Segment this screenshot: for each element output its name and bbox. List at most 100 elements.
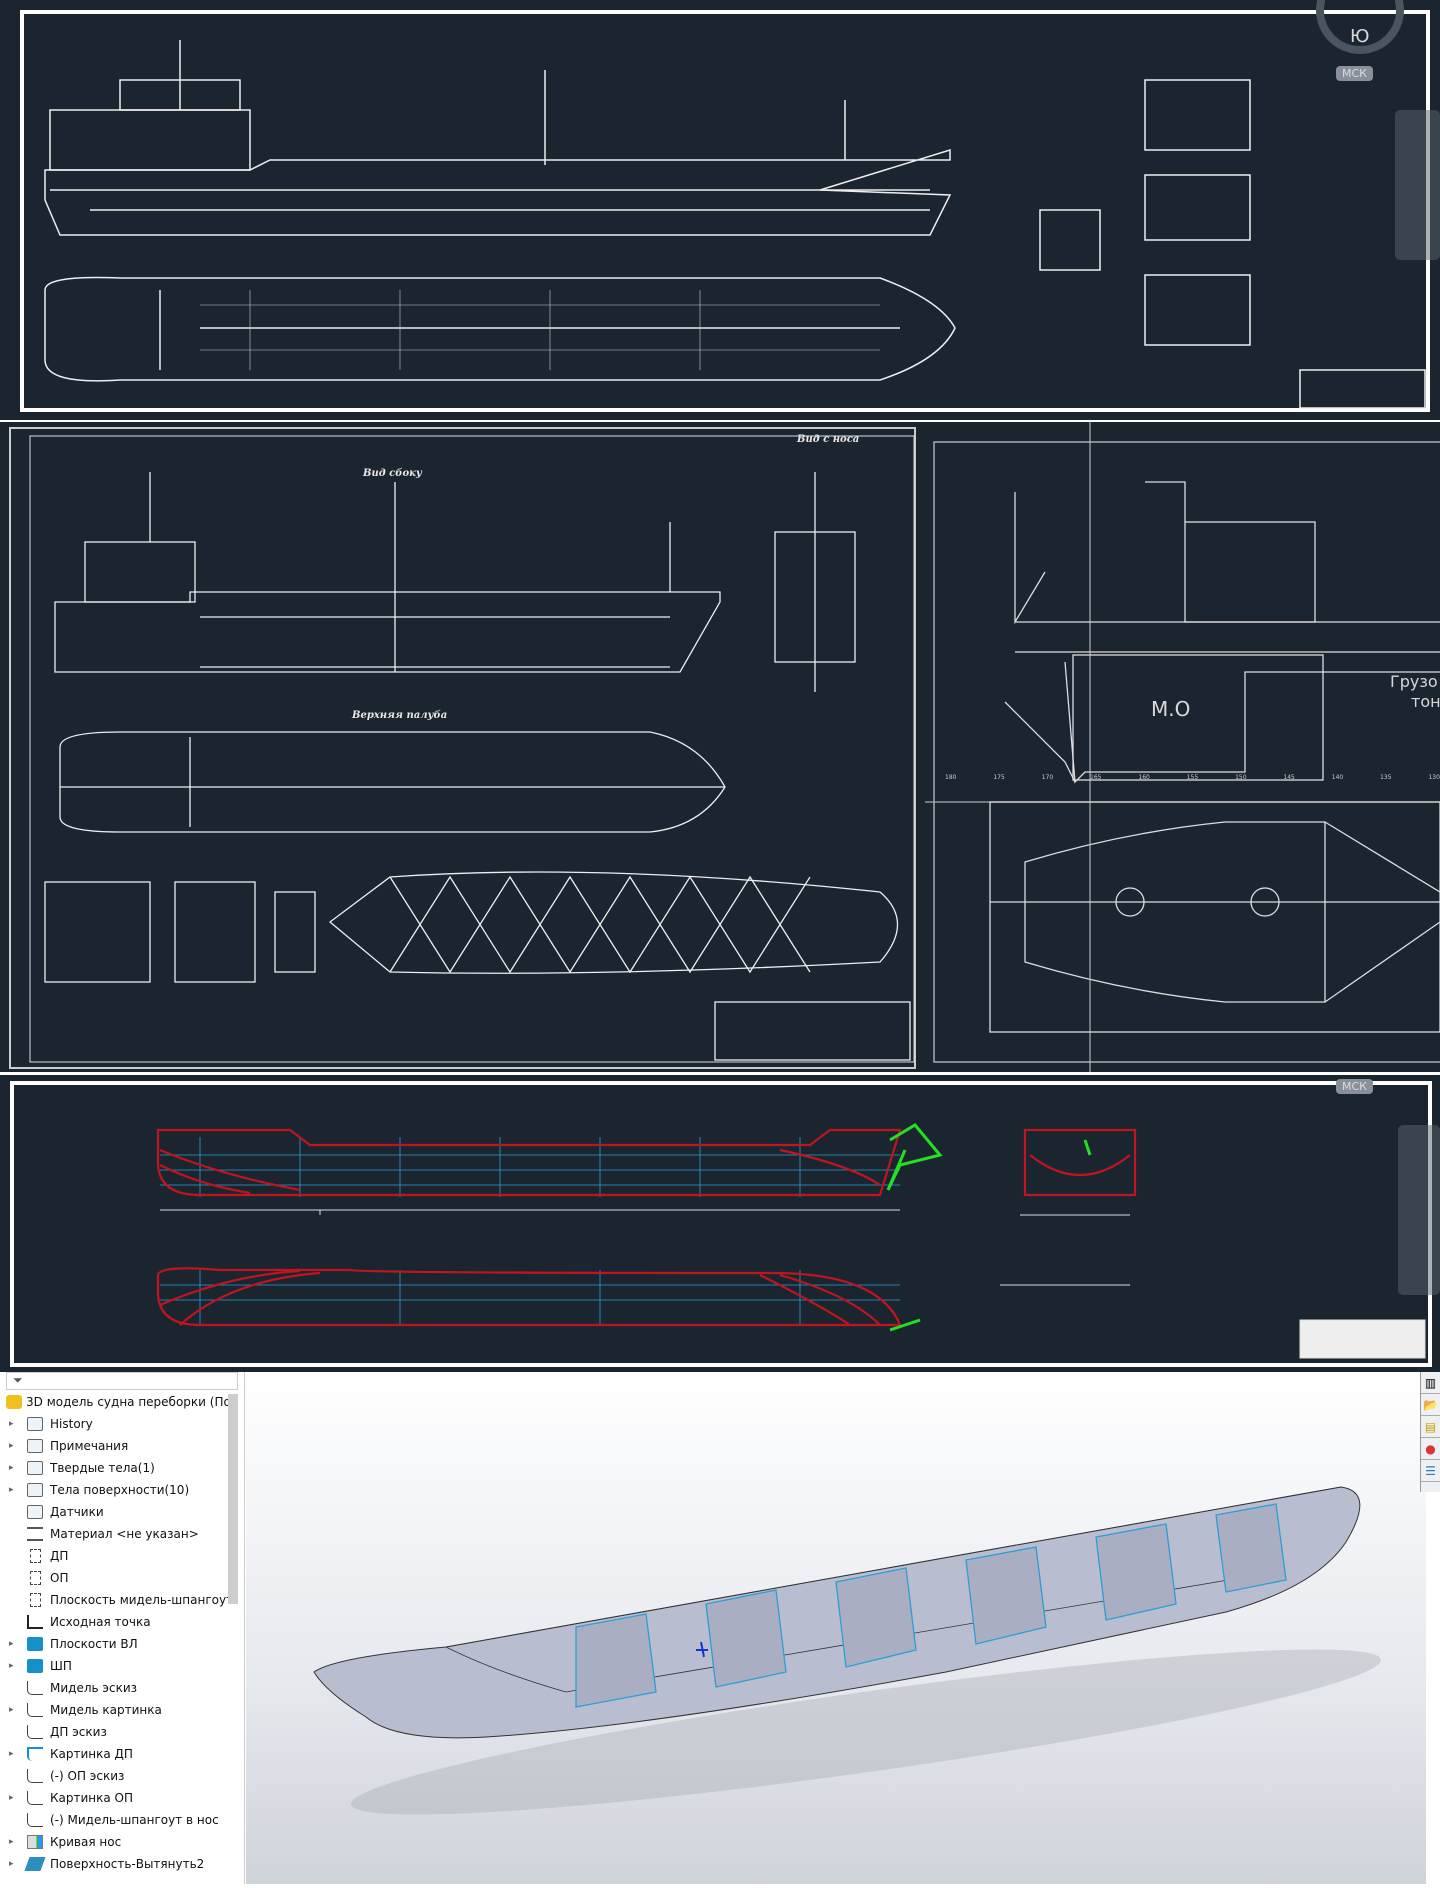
tree-item[interactable]: ▸ Мидель картинка — [0, 1699, 228, 1721]
tree-item[interactable]: ДП — [0, 1545, 228, 1567]
drawing-detail-engine-room[interactable]: М.О Грузо тон 180 175 170 165 160 155 150 145 14… — [925, 422, 1440, 1072]
frame-tick: 135 — [1380, 774, 1392, 781]
annotations-folder-icon — [27, 1439, 43, 1453]
engine-room-drawing — [925, 422, 1440, 1072]
sketch-icon — [27, 1769, 43, 1783]
tree-item[interactable]: ▸ Твердые тела(1) — [0, 1457, 228, 1479]
sketch-icon — [27, 1791, 43, 1805]
sketch-icon — [27, 1725, 43, 1739]
tree-item[interactable]: ОП — [0, 1567, 228, 1589]
expand-arrow-icon[interactable]: ▸ — [9, 1413, 14, 1435]
tree-item[interactable]: ▸ Плоскости ВЛ — [0, 1633, 228, 1655]
tree-item[interactable]: Датчики — [0, 1501, 228, 1523]
tree-item-label: Картинка ОП — [50, 1791, 134, 1805]
material-icon — [27, 1527, 43, 1541]
frame-tick: 130 — [1428, 774, 1440, 781]
tree-root-part[interactable]: 3D модель судна переборки (По ум — [0, 1391, 228, 1413]
tree-root-label: 3D модель судна переборки (По ум — [26, 1395, 228, 1409]
custom-properties-icon[interactable]: ☰ — [1421, 1460, 1440, 1482]
tree-item[interactable]: (-) Мидель-шпангоут в нос — [0, 1809, 228, 1831]
upper-deck-label: Верхняя палуба — [352, 710, 448, 721]
tree-item-label: ДП — [50, 1549, 69, 1563]
part-icon — [6, 1395, 22, 1409]
expand-arrow-icon[interactable]: ▸ — [9, 1831, 14, 1853]
tree-item-label: Плоскости ВЛ — [50, 1637, 138, 1651]
ucs-dropdown[interactable]: МСК — [1336, 66, 1373, 81]
filter-icon[interactable]: ⏷ — [13, 1373, 23, 1388]
surface-extrude-icon — [24, 1857, 46, 1871]
tree-item-label: ОП — [50, 1571, 69, 1585]
tree-item[interactable]: ▸ Картинка ОП — [0, 1787, 228, 1809]
tree-item-label: ДП эскиз — [50, 1725, 107, 1739]
tree-item-label: Материал <не указан> — [50, 1527, 199, 1541]
3d-viewport[interactable] — [246, 1372, 1426, 1884]
tree-item[interactable]: (-) ОП эскиз — [0, 1765, 228, 1787]
expand-arrow-icon[interactable]: ▸ — [9, 1457, 14, 1479]
history-folder-icon — [27, 1417, 43, 1431]
tree-item[interactable]: Материал <не указан> — [0, 1523, 228, 1545]
appearances-icon[interactable]: ● — [1421, 1438, 1440, 1460]
sensors-folder-icon — [27, 1505, 43, 1519]
expand-arrow-icon[interactable]: ▸ — [9, 1787, 14, 1809]
frame-tick: 155 — [1186, 774, 1199, 781]
tree-item[interactable]: Исходная точка — [0, 1611, 228, 1633]
tree-item-label: History — [50, 1417, 93, 1431]
drawing-sheet-arrangement[interactable]: Вид сбоку Вид с носа Верхняя палуба — [0, 422, 925, 1072]
tree-item[interactable]: ДП эскиз — [0, 1721, 228, 1743]
tree-filter[interactable]: ⏷ — [6, 1372, 238, 1390]
expand-arrow-icon[interactable]: ▸ — [9, 1479, 14, 1501]
tree-item-label: Мидель эскиз — [50, 1681, 137, 1695]
tree-item[interactable]: Мидель эскиз — [0, 1677, 228, 1699]
tree-item-label: Исходная точка — [50, 1615, 151, 1629]
tree-item[interactable]: ▸ Тела поверхности(10) — [0, 1479, 228, 1501]
frame-tick: 150 — [1235, 774, 1247, 781]
tree-item-label: Твердые тела(1) — [50, 1461, 155, 1475]
general-arrangement-drawing — [20, 0, 1440, 412]
plane-icon — [30, 1571, 41, 1585]
drawing-sheet-general-arrangement[interactable]: Ю МСК — [0, 0, 1440, 420]
sketch-icon — [27, 1813, 43, 1827]
tree-item-label: ШП — [50, 1659, 72, 1673]
cargo-tank-label-2: тон — [1411, 692, 1440, 711]
expand-arrow-icon[interactable]: ▸ — [9, 1743, 14, 1765]
origin-icon — [27, 1615, 43, 1629]
frame-tick: 180 — [945, 774, 957, 781]
task-pane-tabs[interactable]: ▥ 📂 ▤ ● ☰ — [1420, 1372, 1440, 1492]
view-palette-icon[interactable]: ▤ — [1421, 1416, 1440, 1438]
ucs-dropdown[interactable]: МСК — [1336, 1079, 1373, 1094]
tree-item-label: Тела поверхности(10) — [50, 1483, 190, 1497]
hull-model[interactable] — [246, 1372, 1426, 1884]
tree-item[interactable]: ▸ ШП — [0, 1655, 228, 1677]
tree-item-label: Плоскость мидель-шпангоута — [50, 1593, 228, 1607]
solid-bodies-folder-icon — [27, 1461, 43, 1475]
expand-arrow-icon[interactable]: ▸ — [9, 1655, 14, 1677]
side-view-label: Вид сбоку — [363, 468, 422, 479]
tree-item[interactable]: ▸ Кривая нос — [0, 1831, 228, 1853]
tree-item[interactable]: ▸ Картинка ДП — [0, 1743, 228, 1765]
file-explorer-icon[interactable]: 📂 — [1421, 1394, 1440, 1416]
frame-tick: 165 — [1090, 774, 1102, 781]
tree-item[interactable]: ▸ Поверхность-Вытянуть2 — [0, 1853, 228, 1875]
sketch-icon — [27, 1681, 43, 1695]
frame-tick: 145 — [1283, 774, 1295, 781]
frame-scale: 180 175 170 165 160 155 150 145 140 135 130 — [945, 774, 1440, 781]
sketch-picture-icon — [27, 1747, 43, 1761]
tree-item-label: Картинка ДП — [50, 1747, 133, 1761]
surface-bodies-folder-icon — [27, 1483, 43, 1497]
engine-room-label: М.О — [1151, 697, 1191, 721]
expand-arrow-icon[interactable]: ▸ — [9, 1853, 14, 1875]
expand-arrow-icon[interactable]: ▸ — [9, 1633, 14, 1655]
tree-item[interactable]: Плоскость мидель-шпангоута — [0, 1589, 228, 1611]
design-library-icon[interactable]: ▥ — [1421, 1372, 1440, 1394]
tree-scrollbar[interactable] — [228, 1394, 238, 1604]
folder-icon — [27, 1637, 43, 1651]
tree-item[interactable]: ▸ History — [0, 1413, 228, 1435]
expand-arrow-icon[interactable]: ▸ — [9, 1699, 14, 1721]
tree-item-label: (-) ОП эскиз — [50, 1769, 125, 1783]
tree-item-label: Кривая нос — [50, 1835, 122, 1849]
view-cube-compass-label[interactable]: Ю — [1350, 26, 1369, 47]
drawing-sheet-lines-plan[interactable]: МСК — [0, 1075, 1440, 1372]
expand-arrow-icon[interactable]: ▸ — [9, 1435, 14, 1457]
feature-manager-tree[interactable]: ⏷ 3D модель судна переборки (По ум ▸ Hist… — [0, 1372, 245, 1884]
tree-item[interactable]: ▸ Примечания — [0, 1435, 228, 1457]
